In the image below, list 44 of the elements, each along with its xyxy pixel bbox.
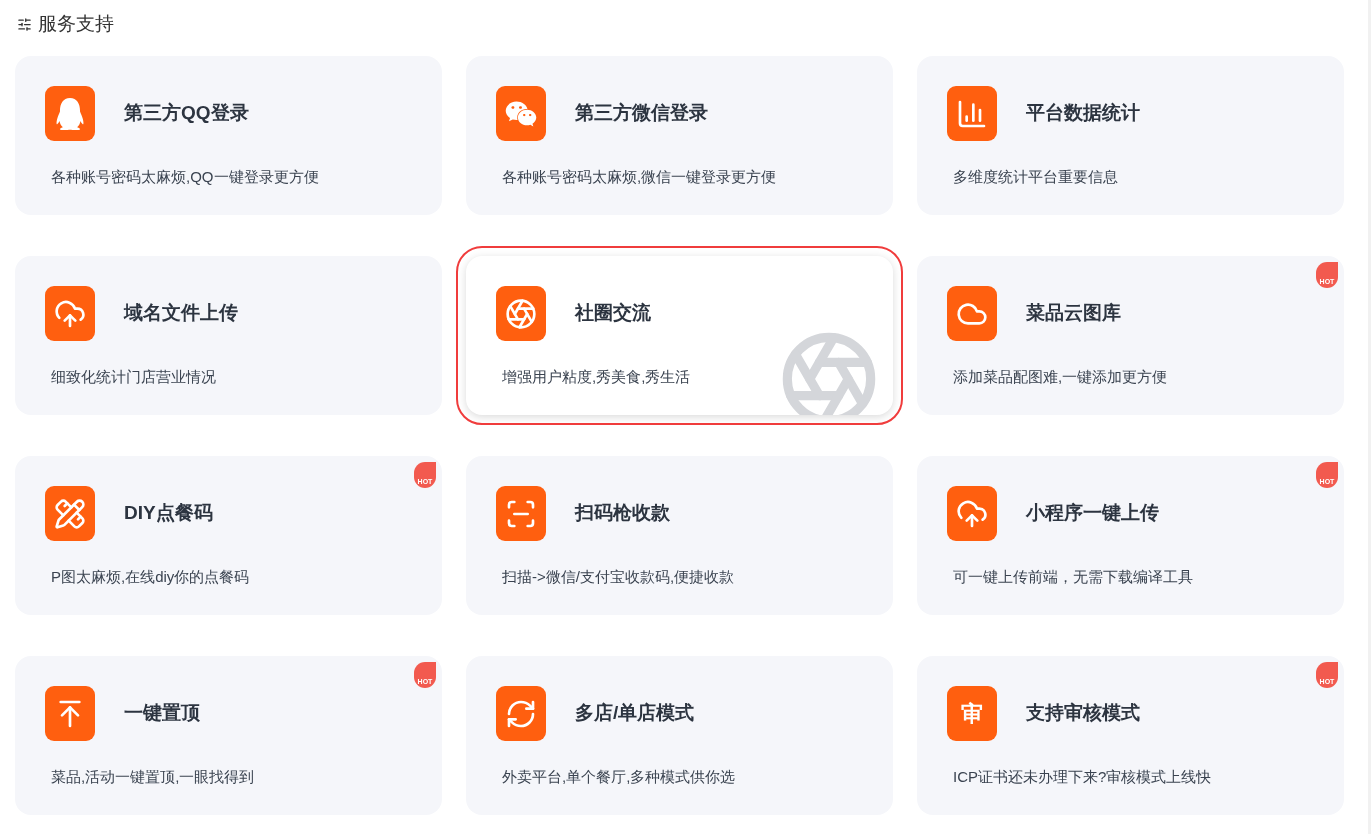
card-description: 外卖平台,单个餐厅,多种模式供你选 [501, 767, 737, 787]
card-description: 可一键上传前端，无需下载编译工具 [952, 567, 1194, 587]
card-description: ICP证书还未办理下来?审核模式上线快 [952, 767, 1213, 787]
card-description: 细致化统计门店营业情况 [50, 367, 217, 387]
cloud-upload-icon [45, 286, 95, 341]
card-description: 扫描->微信/支付宝收款码,便捷收款 [501, 567, 736, 587]
card-description: 添加菜品配图难,一键添加更方便 [952, 367, 1169, 387]
cloud-icon [947, 286, 997, 341]
scanner-icon [496, 486, 546, 541]
pencil-ruler-icon [45, 486, 95, 541]
card-title: 平台数据统计 [1026, 101, 1140, 126]
card-description: 菜品,活动一键置顶,一眼找得到 [50, 767, 256, 787]
service-card[interactable]: 多店/单店模式 外卖平台,单个餐厅,多种模式供你选 [466, 656, 893, 815]
card-title: 第三方微信登录 [575, 101, 708, 126]
review-icon: 审 [947, 686, 997, 741]
bar-chart-icon [947, 86, 997, 141]
card-description: 各种账号密码太麻烦,微信一键登录更方便 [501, 167, 778, 187]
card-title: 一键置顶 [124, 701, 200, 726]
card-title: 域名文件上传 [124, 301, 238, 326]
section-title: 服务支持 [38, 11, 114, 36]
card-description: P图太麻烦,在线diy你的点餐码 [50, 567, 251, 587]
card-title: 第三方QQ登录 [124, 101, 249, 126]
filter-icon [17, 16, 32, 32]
pin-top-icon [45, 686, 95, 741]
card-description: 各种账号密码太麻烦,QQ一键登录更方便 [50, 167, 320, 187]
card-title: 扫码枪收款 [575, 501, 670, 526]
service-card[interactable]: 第三方QQ登录 各种账号密码太麻烦,QQ一键登录更方便 [15, 56, 442, 215]
card-description: 增强用户粘度,秀美食,秀生活 [501, 367, 692, 387]
card-title: DIY点餐码 [124, 501, 213, 526]
card-description: 多维度统计平台重要信息 [952, 167, 1119, 187]
card-title: 社圈交流 [575, 301, 651, 326]
service-card[interactable]: 域名文件上传 细致化统计门店营业情况 [15, 256, 442, 415]
service-card[interactable]: 平台数据统计 多维度统计平台重要信息 [917, 56, 1344, 215]
service-card[interactable]: 扫码枪收款 扫描->微信/支付宝收款码,便捷收款 [466, 456, 893, 615]
card-title: 菜品云图库 [1026, 301, 1121, 326]
chat-bubbles-icon [496, 86, 546, 141]
swap-icon [496, 686, 546, 741]
aperture-icon [496, 286, 546, 341]
service-card[interactable]: 第三方微信登录 各种账号密码太麻烦,微信一键登录更方便 [466, 56, 893, 215]
penguin-icon [45, 86, 95, 141]
card-title: 支持审核模式 [1026, 701, 1140, 726]
cloud-upload-icon [947, 486, 997, 541]
card-title: 多店/单店模式 [575, 701, 695, 726]
card-title: 小程序一键上传 [1026, 501, 1159, 526]
